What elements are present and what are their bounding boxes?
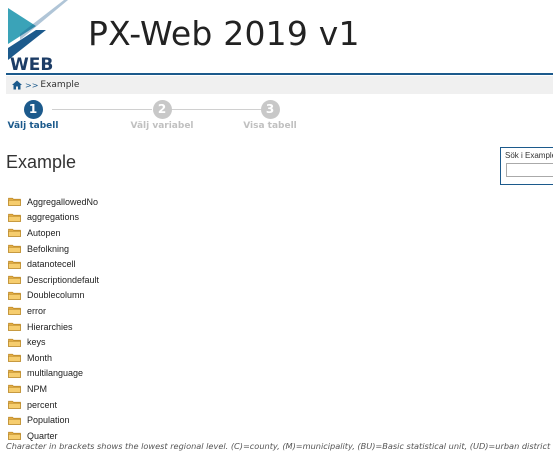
- folder-item[interactable]: keys: [8, 334, 99, 350]
- folder-icon: [8, 400, 21, 409]
- folder-label: Hierarchies: [27, 321, 73, 332]
- folder-label: Befolkning: [27, 243, 70, 254]
- folder-label: AggregallowedNo: [27, 196, 99, 207]
- folder-item[interactable]: Hierarchies: [8, 319, 99, 335]
- folder-icon: [8, 432, 21, 441]
- folder-icon: [8, 291, 21, 300]
- breadcrumb-current: Example: [40, 80, 80, 90]
- page-title: Example: [6, 152, 77, 172]
- folder-item[interactable]: aggregations: [8, 210, 99, 226]
- folder-label: percent: [27, 399, 58, 410]
- logo-text: WEB: [10, 55, 53, 72]
- px-web-logo[interactable]: WEB: [6, 0, 70, 75]
- folder-label: Descriptiondefault: [27, 274, 100, 285]
- folder-label: Population: [27, 415, 70, 426]
- search-input[interactable]: [506, 163, 553, 177]
- folder-icon: [8, 322, 21, 331]
- step-2: 2 Välj variabel: [124, 100, 200, 131]
- folder-item[interactable]: percent: [8, 397, 99, 413]
- folder-icon: [8, 354, 21, 363]
- step-3: 3 Visa tabell: [240, 100, 300, 131]
- step-1-number: 1: [23, 100, 43, 119]
- folder-icon: [8, 416, 21, 425]
- folder-item[interactable]: AggregallowedNo: [8, 194, 99, 210]
- folder-icon: [8, 244, 21, 253]
- folder-icon: [8, 338, 21, 347]
- step-3-number: 3: [260, 100, 280, 119]
- home-icon[interactable]: [12, 80, 22, 90]
- footnote: Character in brackets shows the lowest r…: [6, 441, 551, 451]
- header-divider: [6, 73, 553, 75]
- folder-item[interactable]: Descriptiondefault: [8, 272, 99, 288]
- folder-item[interactable]: error: [8, 303, 99, 319]
- folder-icon: [8, 307, 21, 316]
- folder-icon: [8, 213, 21, 222]
- folder-label: datanotecell: [27, 259, 76, 270]
- step-3-label: Visa tabell: [243, 121, 297, 131]
- folder-icon: [8, 260, 21, 269]
- search-panel: Sök i Example: [500, 147, 553, 185]
- step-2-number: 2: [152, 100, 172, 119]
- folder-item[interactable]: Month: [8, 350, 99, 366]
- breadcrumb-separator: >>: [25, 80, 39, 90]
- folder-icon: [8, 369, 21, 378]
- folder-label: NPM: [27, 383, 47, 394]
- app-title: PX-Web 2019 v1: [88, 14, 360, 53]
- folder-label: keys: [27, 337, 46, 348]
- folder-icon: [8, 198, 21, 207]
- step-1[interactable]: 1 Välj tabell: [6, 100, 60, 131]
- step-1-label: Välj tabell: [7, 121, 59, 131]
- folder-item[interactable]: NPM: [8, 381, 99, 397]
- step-progress: 1 Välj tabell 2 Välj variabel 3 Visa tab…: [6, 100, 346, 136]
- breadcrumb: >> Example: [6, 76, 553, 94]
- folder-label: Quarter: [27, 430, 58, 441]
- folder-item[interactable]: multilanguage: [8, 366, 99, 382]
- folder-label: Month: [27, 352, 53, 363]
- folder-item[interactable]: Autopen: [8, 225, 99, 241]
- folder-label: Autopen: [27, 227, 61, 238]
- folder-label: aggregations: [27, 212, 80, 223]
- folder-icon: [8, 385, 21, 394]
- step-2-label: Välj variabel: [130, 121, 194, 131]
- folder-list: AggregallowedNo aggregations Autopen Befolk…: [8, 194, 99, 444]
- folder-item[interactable]: Befolkning: [8, 241, 99, 257]
- folder-label: error: [27, 305, 47, 316]
- folder-item[interactable]: Doublecolumn: [8, 288, 99, 304]
- folder-item[interactable]: datanotecell: [8, 256, 99, 272]
- folder-label: Doublecolumn: [27, 290, 85, 301]
- folder-item[interactable]: Population: [8, 412, 99, 428]
- folder-label: multilanguage: [27, 368, 84, 379]
- folder-icon: [8, 229, 21, 238]
- folder-icon: [8, 276, 21, 285]
- logo-graphic: WEB: [8, 0, 68, 75]
- search-label: Sök i Example: [505, 151, 553, 160]
